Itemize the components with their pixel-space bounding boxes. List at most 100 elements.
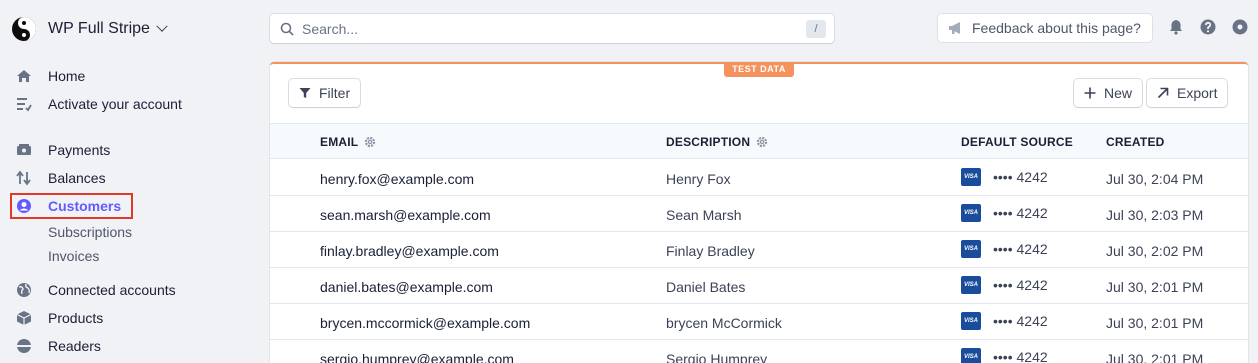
table-header: EMAIL DESCRIPTION DEFAULT SOURCE CREATED: [270, 123, 1248, 159]
customer-description: Henry Fox: [666, 171, 731, 187]
visa-card-icon: VISA: [961, 168, 981, 186]
sidebar-item-label: Activate your account: [48, 96, 182, 112]
account-name: WP Full Stripe: [48, 20, 150, 37]
sidebar-item-subscriptions[interactable]: Subscriptions: [48, 223, 132, 241]
arrow-up-right-icon: [1157, 87, 1169, 99]
customer-email[interactable]: sean.marsh@example.com: [320, 206, 491, 224]
chevron-down-icon: [156, 20, 168, 32]
search-shortcut-key: /: [806, 19, 826, 38]
card-last4: •••• 4242: [993, 349, 1048, 363]
customer-email[interactable]: henry.fox@example.com: [320, 170, 474, 188]
table-row[interactable]: finlay.bradley@example.com Finlay Bradle…: [270, 232, 1248, 268]
search-placeholder: Search...: [302, 20, 359, 37]
default-source: VISA •••• 4242: [961, 168, 1048, 186]
new-customer-button[interactable]: New: [1074, 79, 1143, 107]
bell-icon[interactable]: [1168, 19, 1184, 35]
created-date: Jul 30, 2:01 PM: [1106, 279, 1204, 295]
created-date: Jul 30, 2:01 PM: [1106, 351, 1204, 363]
search-icon: [280, 22, 294, 36]
sidebar-item-label: Home: [48, 68, 86, 84]
customers-panel: TEST DATA Filter New Export EMAIL DESCRI…: [270, 62, 1248, 363]
customer-email[interactable]: daniel.bates@example.com: [320, 278, 493, 296]
customer-description: Finlay Bradley: [666, 243, 755, 259]
plus-icon: [1084, 87, 1096, 99]
filter-label: Filter: [319, 85, 351, 101]
visa-card-icon: VISA: [961, 312, 981, 330]
customers-highlight-box: [10, 193, 133, 219]
card-last4: •••• 4242: [993, 241, 1048, 257]
table-row[interactable]: brycen.mccormick@example.com brycen McCo…: [270, 304, 1248, 340]
table-row[interactable]: henry.fox@example.com Henry Fox VISA ••••…: [270, 160, 1248, 196]
megaphone-icon: [949, 22, 960, 34]
payments-icon: [16, 142, 32, 158]
export-label: Export: [1177, 85, 1218, 101]
settings-icon[interactable]: [1232, 19, 1248, 35]
column-label: DESCRIPTION: [666, 135, 751, 149]
sidebar-item-label: Products: [48, 310, 104, 326]
card-last4: •••• 4242: [993, 313, 1048, 329]
customer-email[interactable]: brycen.mccormick@example.com: [320, 314, 530, 332]
account-logo-icon: [12, 17, 36, 41]
feedback-button[interactable]: Feedback about this page?: [938, 14, 1152, 42]
default-source: VISA •••• 4242: [961, 240, 1048, 258]
export-button[interactable]: Export: [1147, 79, 1228, 107]
filter-icon: [299, 88, 311, 98]
column-header-created: CREATED: [1106, 135, 1165, 149]
column-header-description[interactable]: DESCRIPTION: [666, 135, 768, 149]
sidebar-item-payments[interactable]: Payments: [16, 139, 110, 161]
search-input[interactable]: Search... /: [270, 14, 834, 43]
table-row[interactable]: sean.marsh@example.com Sean Marsh VISA ••…: [270, 196, 1248, 232]
customer-email[interactable]: sergio.humprey@example.com: [320, 350, 514, 363]
customer-email[interactable]: finlay.bradley@example.com: [320, 242, 499, 260]
table-row[interactable]: sergio.humprey@example.com Sergio Humpre…: [270, 340, 1248, 363]
filter-button[interactable]: Filter: [289, 79, 361, 107]
sidebar-item-label: Connected accounts: [48, 282, 176, 298]
checklist-icon: [16, 96, 32, 112]
balances-icon: [16, 170, 32, 186]
visa-card-icon: VISA: [961, 204, 981, 222]
visa-card-icon: VISA: [961, 348, 981, 363]
default-source: VISA •••• 4242: [961, 204, 1048, 222]
default-source: VISA •••• 4242: [961, 348, 1048, 363]
sidebar-item-home[interactable]: Home: [16, 65, 85, 87]
gear-icon[interactable]: [756, 136, 768, 148]
sidebar-item-readers[interactable]: Readers: [16, 335, 101, 357]
sidebar-item-products[interactable]: Products: [16, 307, 103, 329]
default-source: VISA •••• 4242: [961, 312, 1048, 330]
customer-description: brycen McCormick: [666, 315, 782, 331]
created-date: Jul 30, 2:02 PM: [1106, 243, 1204, 259]
table-row[interactable]: daniel.bates@example.com Daniel Bates VI…: [270, 268, 1248, 304]
sidebar-item-invoices[interactable]: Invoices: [48, 247, 99, 265]
card-last4: •••• 4242: [993, 169, 1048, 185]
sidebar-item-label: Payments: [48, 142, 111, 158]
box-icon: [16, 310, 32, 326]
help-icon[interactable]: [1200, 19, 1216, 35]
sidebar-item-balances[interactable]: Balances: [16, 167, 106, 189]
globe-icon: [16, 282, 32, 298]
sidebar-item-connected-accounts[interactable]: Connected accounts: [16, 279, 176, 301]
column-label: DEFAULT SOURCE: [961, 135, 1073, 149]
test-data-badge: TEST DATA: [724, 62, 794, 77]
sidebar-item-activate[interactable]: Activate your account: [16, 93, 182, 115]
column-header-email[interactable]: EMAIL: [320, 135, 376, 149]
card-last4: •••• 4242: [993, 277, 1048, 293]
home-icon: [16, 68, 32, 84]
created-date: Jul 30, 2:03 PM: [1106, 207, 1204, 223]
column-label: CREATED: [1106, 135, 1165, 149]
visa-card-icon: VISA: [961, 276, 981, 294]
column-label: EMAIL: [320, 135, 359, 149]
default-source: VISA •••• 4242: [961, 276, 1048, 294]
gear-icon[interactable]: [364, 136, 376, 148]
customer-description: Sean Marsh: [666, 207, 742, 223]
new-label: New: [1104, 85, 1133, 101]
sidebar: WP Full Stripe Home Activate your accoun…: [0, 0, 255, 363]
sidebar-item-label: Balances: [48, 170, 106, 186]
customer-description: Sergio Humprey: [666, 351, 768, 363]
feedback-label: Feedback about this page?: [972, 20, 1141, 36]
reader-icon: [16, 338, 32, 354]
customer-description: Daniel Bates: [666, 279, 746, 295]
account-switcher[interactable]: WP Full Stripe: [12, 15, 168, 43]
created-date: Jul 30, 2:01 PM: [1106, 315, 1204, 331]
column-header-default-source: DEFAULT SOURCE: [961, 135, 1073, 149]
sidebar-item-label: Readers: [48, 338, 101, 354]
